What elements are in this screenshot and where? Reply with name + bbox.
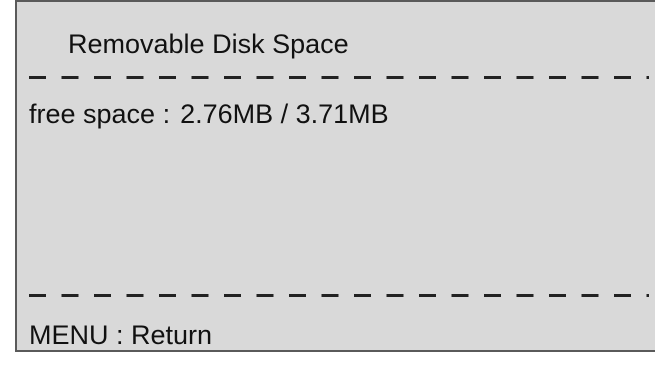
free-space-value: 2.76MB / 3.71MB (180, 99, 389, 129)
bottom-dashed-divider (29, 294, 649, 297)
menu-return-hint[interactable]: MENU : Return (29, 318, 212, 352)
screen-title: Removable Disk Space (68, 29, 349, 59)
free-space-label: free space : (29, 99, 171, 129)
free-space-row: free space : 2.76MB / 3.71MB (29, 97, 389, 131)
top-dashed-divider (29, 76, 649, 79)
disk-space-screen: Removable Disk Space free space : 2.76MB … (15, 0, 655, 352)
